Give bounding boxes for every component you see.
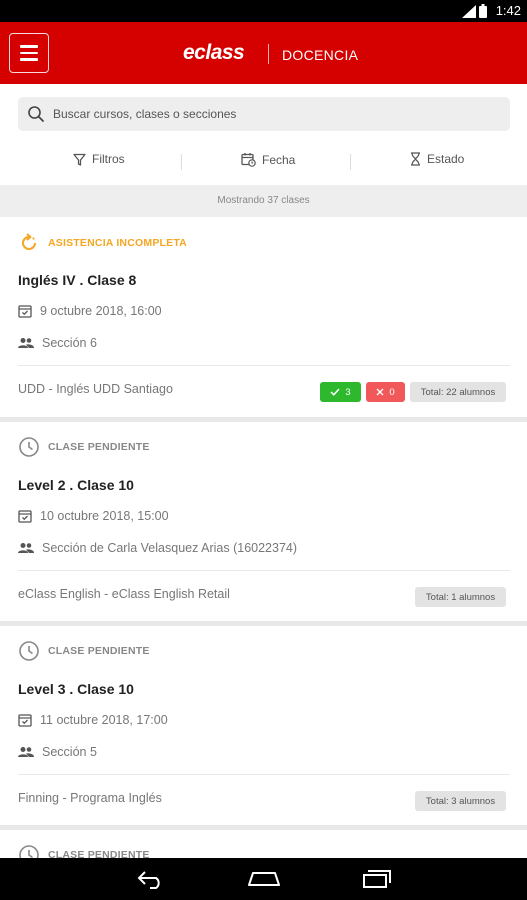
total-students: Total: 1 alumnos [425, 591, 496, 603]
class-card[interactable]: CLASE PENDIENTE [0, 830, 527, 858]
total-students: Total: 22 alumnos [420, 386, 496, 398]
class-section-row: Sección de Carla Velasquez Arias (160223… [18, 541, 297, 555]
class-status: CLASE PENDIENTE [18, 844, 150, 858]
search-input[interactable]: Buscar cursos, clases o secciones [18, 97, 510, 131]
people-icon [18, 338, 34, 348]
card-divider [18, 570, 510, 571]
class-title: Inglés IV . Clase 8 [18, 272, 137, 288]
class-date-row: 11 octubre 2018, 17:00 [18, 713, 168, 727]
class-status: ASISTENCIA INCOMPLETA [18, 232, 187, 254]
recents-icon[interactable] [362, 869, 392, 889]
people-icon [18, 543, 34, 553]
class-status: CLASE PENDIENTE [18, 640, 150, 662]
class-date: 10 octubre 2018, 15:00 [40, 509, 169, 523]
refresh-icon [22, 233, 36, 250]
results-count-bar: Mostrando 37 clases [0, 185, 527, 217]
calendar-check-icon [18, 714, 32, 727]
card-divider [18, 365, 510, 366]
filter-divider [350, 154, 351, 170]
date-filter-button[interactable]: Fecha [241, 152, 295, 167]
class-date-row: 9 octubre 2018, 16:00 [18, 304, 162, 318]
calendar-check-icon [18, 305, 32, 318]
filter-bar: Filtros Fecha Estado [0, 146, 527, 176]
absent-count: 0 [389, 386, 395, 398]
present-count: 3 [345, 386, 351, 398]
class-section: Sección 5 [42, 745, 97, 759]
class-organization: Finning - Programa Inglés [18, 791, 162, 805]
people-icon [18, 747, 34, 757]
class-status: CLASE PENDIENTE [18, 436, 150, 458]
class-section-row: Sección 5 [18, 745, 97, 759]
class-title: Level 2 . Clase 10 [18, 477, 134, 493]
class-card[interactable]: CLASE PENDIENTE Level 2 . Clase 10 10 oc… [0, 422, 527, 621]
class-date-row: 10 octubre 2018, 15:00 [18, 509, 169, 523]
class-card[interactable]: ASISTENCIA INCOMPLETA Inglés IV . Clase … [0, 217, 527, 417]
menu-icon-line [20, 45, 38, 48]
present-badge: 3 [320, 382, 361, 402]
battery-icon [479, 4, 487, 18]
class-date: 11 octubre 2018, 17:00 [40, 713, 168, 727]
menu-icon-line [20, 51, 38, 55]
class-date: 9 octubre 2018, 16:00 [40, 304, 162, 318]
system-nav-bar [0, 858, 527, 900]
total-students-badge: Total: 22 alumnos [410, 382, 506, 402]
logo-divider [268, 44, 269, 64]
signal-icon [462, 4, 476, 18]
home-icon[interactable] [247, 871, 281, 887]
class-section: Sección de Carla Velasquez Arias (160223… [42, 541, 298, 555]
filter-divider [181, 154, 182, 170]
search-icon [28, 106, 44, 122]
state-filter-button[interactable]: Estado [410, 152, 464, 166]
date-filter-label: Fecha [262, 152, 296, 167]
funnel-icon [73, 153, 86, 166]
filters-label: Filtros [92, 152, 125, 166]
status-time: 1:42 [495, 3, 521, 18]
status-bar: 1:42 [0, 0, 527, 22]
total-students: Total: 3 alumnos [425, 795, 496, 807]
status-label: CLASE PENDIENTE [48, 849, 150, 858]
status-label: ASISTENCIA INCOMPLETA [48, 237, 187, 249]
hourglass-icon [411, 152, 420, 166]
menu-icon-line [20, 58, 38, 61]
eclass-logo: eclass [183, 41, 245, 64]
status-label: CLASE PENDIENTE [48, 441, 150, 453]
total-students-badge: Total: 1 alumnos [415, 587, 506, 607]
check-icon [330, 388, 340, 396]
absent-badge: 0 [366, 382, 405, 402]
back-icon[interactable] [136, 869, 166, 889]
state-filter-label: Estado [427, 152, 465, 166]
status-label: CLASE PENDIENTE [48, 645, 150, 657]
class-section-row: Sección 6 [18, 336, 97, 350]
class-title: Level 3 . Clase 10 [18, 681, 134, 697]
clock-icon [19, 845, 39, 858]
class-card[interactable]: CLASE PENDIENTE Level 3 . Clase 10 11 oc… [0, 626, 527, 825]
class-organization: eClass English - eClass English Retail [18, 587, 230, 601]
calendar-clock-icon [241, 153, 256, 167]
class-organization: UDD - Inglés UDD Santiago [18, 382, 173, 396]
app-bar: eclass DOCENCIA [0, 22, 527, 84]
section-title: DOCENCIA [282, 47, 359, 63]
filters-button[interactable]: Filtros [73, 152, 125, 166]
clock-icon [19, 437, 39, 457]
class-section: Sección 6 [42, 336, 97, 350]
card-divider [18, 774, 510, 775]
calendar-check-icon [18, 510, 32, 523]
results-count: Mostrando 37 clases [217, 195, 310, 206]
search-placeholder: Buscar cursos, clases o secciones [53, 107, 237, 121]
total-students-badge: Total: 3 alumnos [415, 791, 506, 811]
close-icon [376, 388, 384, 396]
status-icons [462, 4, 487, 18]
clock-icon [19, 641, 39, 661]
menu-button[interactable] [9, 33, 49, 73]
